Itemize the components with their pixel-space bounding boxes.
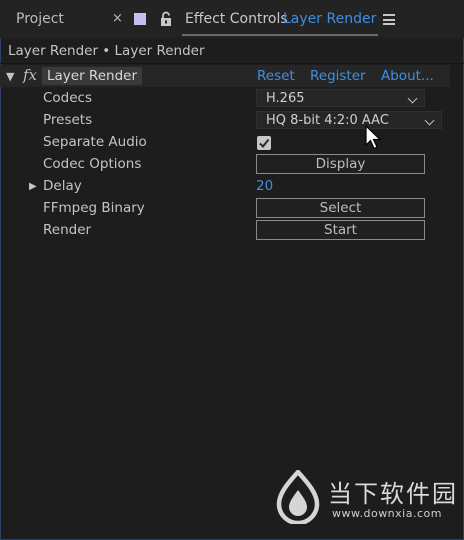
property-row-codec-options: Codec Options Display (0, 153, 450, 175)
delay-label: Delay (43, 178, 82, 194)
ffmpeg-binary-label: FFmpeg Binary (43, 200, 145, 216)
codecs-label: Codecs (43, 90, 93, 106)
render-label: Render (43, 222, 92, 238)
divider (0, 63, 464, 64)
presets-dropdown[interactable]: HQ 8-bit 4:2:0 AAC (256, 111, 442, 129)
active-tab-indicator (182, 34, 378, 36)
effect-header-row: ▼ fx Layer Render Reset Register About..… (0, 65, 450, 87)
separate-audio-label: Separate Audio (43, 134, 147, 150)
fx-icon[interactable]: fx (23, 66, 37, 84)
delay-value-scrubber[interactable]: 20 (256, 178, 273, 194)
lock-icon[interactable] (159, 11, 173, 27)
watermark-site-name: 当下软件园 (328, 480, 458, 508)
property-row-codecs: Codecs H.265 (0, 87, 450, 109)
chevron-down-icon (407, 93, 418, 104)
watermark-url: www.downxia.com (332, 507, 442, 520)
register-link[interactable]: Register (310, 68, 366, 84)
tab-effect-controls[interactable]: Effect Controls (185, 11, 288, 27)
about-link[interactable]: About... (381, 68, 434, 84)
tab-effect-controls-target[interactable]: Layer Render (283, 11, 376, 27)
codecs-value: H.265 (266, 91, 305, 106)
reset-link[interactable]: Reset (257, 68, 295, 84)
close-icon[interactable]: × (112, 12, 123, 26)
label-color-swatch[interactable] (134, 13, 146, 25)
separate-audio-checkbox[interactable] (257, 136, 271, 150)
tab-project[interactable]: Project (16, 11, 64, 27)
ffmpeg-select-button[interactable]: Select (256, 198, 425, 218)
twirl-down-icon[interactable]: ▼ (6, 70, 14, 83)
presets-label: Presets (43, 112, 93, 128)
effect-name[interactable]: Layer Render (42, 67, 142, 85)
chevron-down-icon (424, 115, 435, 126)
watermark-logo-icon (276, 470, 320, 524)
property-row-ffmpeg-binary: FFmpeg Binary Select (0, 197, 450, 219)
panel-tab-bar: Project × Effect Controls Layer Render (0, 0, 464, 38)
codec-options-display-button[interactable]: Display (256, 154, 425, 174)
twirl-right-icon[interactable]: ▶ (29, 181, 37, 192)
codecs-dropdown[interactable]: H.265 (256, 89, 425, 107)
property-row-delay: ▶ Delay 20 (0, 175, 450, 197)
codec-options-label: Codec Options (43, 156, 142, 172)
panel-menu-icon[interactable] (383, 14, 395, 25)
mouse-pointer-icon (365, 125, 382, 150)
breadcrumb: Layer Render • Layer Render (8, 43, 205, 59)
checkmark-icon (259, 138, 270, 149)
property-row-render: Render Start (0, 219, 450, 241)
render-start-button[interactable]: Start (256, 220, 425, 240)
